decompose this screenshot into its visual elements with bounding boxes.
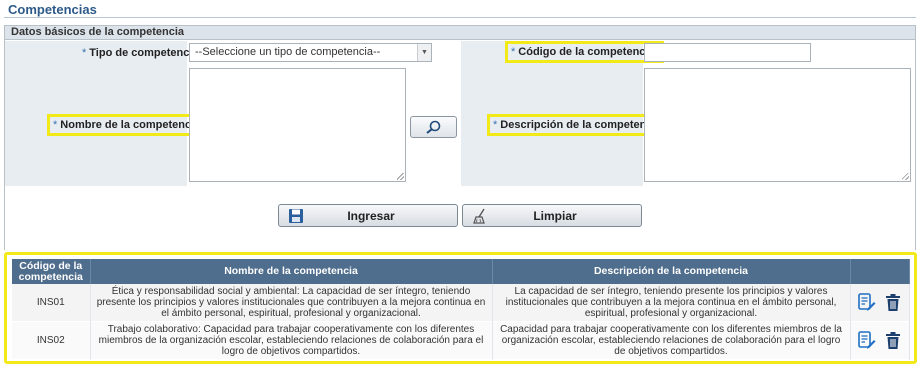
required-mark: * (511, 46, 516, 58)
ingresar-button[interactable]: Ingresar (278, 204, 458, 227)
trash-icon[interactable] (885, 293, 901, 312)
limpiar-button[interactable]: Limpiar (462, 204, 642, 227)
chevron-down-icon[interactable]: ▼ (417, 44, 431, 61)
resize-grip-icon[interactable] (397, 173, 404, 180)
trash-icon[interactable] (885, 331, 901, 350)
page-title: Competencias (8, 2, 97, 17)
section-header: Datos básicos de la competencia (4, 25, 916, 40)
descripcion-competencia-textarea[interactable] (644, 68, 911, 182)
cell-descripcion: La capacidad de ser íntegro, teniendo pr… (492, 284, 851, 322)
required-mark: * (53, 119, 58, 131)
table-row: INS01 Ética y responsabilidad social y a… (12, 284, 910, 322)
cell-descripcion: Capacidad para trabajar cooperativamente… (492, 321, 851, 360)
codigo-competencia-label: * Código de la competencia: (504, 41, 665, 63)
tipo-competencia-label: * Tipo de competencia: (82, 47, 203, 59)
cell-actions (850, 284, 910, 322)
cell-codigo: INS01 (12, 284, 91, 322)
column-header-actions (850, 259, 910, 284)
tipo-competencia-select[interactable]: --Seleccione un tipo de competencia-- ▼ (189, 43, 432, 62)
cell-nombre: Ética y responsabilidad social y ambient… (90, 284, 493, 322)
search-button[interactable] (410, 116, 457, 138)
floppy-disk-icon (283, 208, 309, 224)
label-column-right (461, 41, 643, 186)
title-divider (4, 17, 916, 18)
ingresar-button-label: Ingresar (347, 208, 395, 223)
table-header-row: Código de la competencia Nombre de la co… (12, 259, 910, 284)
cell-actions (850, 321, 910, 360)
required-mark: * (82, 47, 87, 59)
table-row: INS02 Trabajo colaborativo: Capacidad pa… (12, 321, 910, 360)
descripcion-competencia-label: * Descripción de la competencia: (486, 114, 672, 136)
codigo-competencia-input[interactable] (644, 43, 811, 62)
cell-nombre: Trabajo colaborativo: Capacidad para tra… (90, 321, 493, 360)
column-header-codigo[interactable]: Código de la competencia (12, 259, 91, 284)
column-header-descripcion[interactable]: Descripción de la competencia (492, 259, 851, 284)
column-header-nombre[interactable]: Nombre de la competencia (90, 259, 493, 284)
resize-grip-icon[interactable] (902, 173, 909, 180)
tipo-competencia-value: --Seleccione un tipo de competencia-- (195, 46, 381, 58)
required-mark: * (493, 119, 498, 131)
competencias-table: Código de la competencia Nombre de la co… (12, 259, 910, 360)
limpiar-button-label: Limpiar (533, 208, 577, 223)
edit-document-icon[interactable] (858, 292, 876, 313)
cell-codigo: INS02 (12, 321, 91, 360)
nombre-competencia-textarea[interactable] (189, 68, 406, 182)
results-grid-highlight: Código de la competencia Nombre de la co… (4, 252, 917, 364)
nombre-competencia-label: * Nombre de la competencia: (47, 114, 210, 136)
magnifier-icon (425, 120, 440, 134)
edit-document-icon[interactable] (858, 330, 876, 351)
broom-icon (467, 208, 493, 224)
label-column-left (5, 41, 187, 186)
